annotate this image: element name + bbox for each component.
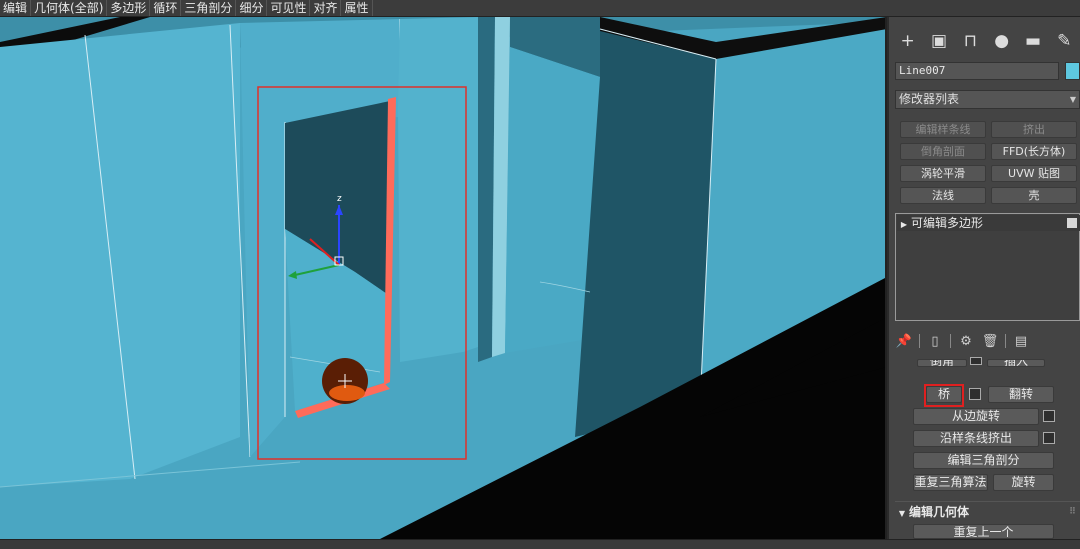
stack-item-editable-poly[interactable]: ▶ 可编辑多边形: [897, 215, 1080, 231]
command-panel: + ▣ ⊓ ● ▬ ✎ Line007 修改器列表 ▼ 编辑样条线 挤出 倒角剖…: [889, 17, 1080, 539]
display-icon[interactable]: ▬: [1020, 28, 1046, 54]
menu-item-subdivision[interactable]: 细分: [236, 0, 268, 16]
gizmo-z-label: z: [337, 194, 342, 204]
utilities-icon[interactable]: ✎: [1051, 28, 1077, 54]
expand-arrow-icon[interactable]: ▶: [897, 217, 911, 233]
pin-icon[interactable]: 📌: [895, 334, 913, 349]
edit-geometry-rollout-header[interactable]: ▼ 编辑几何体 ⠿: [895, 501, 1080, 521]
hinge-from-edge-button[interactable]: 从边旋转: [913, 408, 1039, 425]
modify-icon[interactable]: ▣: [926, 28, 952, 54]
repeat-last-button[interactable]: 重复上一个: [913, 524, 1054, 539]
modifier-list-dropdown[interactable]: 修改器列表 ▼: [895, 90, 1080, 109]
menu-item-polygons[interactable]: 多边形: [107, 0, 151, 16]
viewport-scene[interactable]: z: [0, 17, 887, 539]
bridge-highlight-box: [924, 384, 964, 407]
object-color-swatch[interactable]: [1065, 62, 1080, 80]
menu-item-visibility[interactable]: 可见性: [267, 0, 311, 16]
turn-button[interactable]: 旋转: [993, 474, 1054, 491]
toolbar-separator: [1005, 334, 1006, 348]
drag-handle-icon[interactable]: ⠿: [1069, 502, 1076, 522]
collapse-arrow-icon: ▼: [898, 509, 906, 518]
modifier-ffd-box-button[interactable]: FFD(长方体): [991, 143, 1077, 160]
menu-item-align[interactable]: 对齐: [310, 0, 342, 16]
chevron-down-icon: ▼: [1069, 95, 1076, 104]
show-end-result-icon[interactable]: ▯: [926, 334, 944, 349]
menu-item-triangulation[interactable]: 三角剖分: [181, 0, 237, 16]
chamfer-settings-button[interactable]: [970, 357, 982, 365]
flip-button[interactable]: 翻转: [988, 386, 1054, 403]
menu-item-edit[interactable]: 编辑: [0, 0, 32, 16]
retriangulate-button[interactable]: 重复三角算法: [913, 474, 988, 491]
modifier-normal-button[interactable]: 法线: [900, 187, 986, 204]
perspective-viewport[interactable]: z: [0, 17, 887, 539]
remove-modifier-icon[interactable]: 🗑: [981, 334, 999, 349]
stack-item-toggle[interactable]: [1067, 218, 1077, 228]
menu-item-loops[interactable]: 循环: [150, 0, 182, 16]
modifier-stack[interactable]: ▶ 可编辑多边形: [895, 213, 1080, 321]
toolbar-separator: [950, 334, 951, 348]
hinge-settings-button[interactable]: [1043, 410, 1055, 422]
configure-icon[interactable]: ▤: [1012, 334, 1030, 349]
bridge-settings-button[interactable]: [969, 388, 981, 400]
edit-triangulation-button[interactable]: 编辑三角剖分: [913, 452, 1054, 469]
stack-toolbar: 📌 ▯ ⚙ 🗑 ▤: [895, 330, 1080, 352]
make-unique-icon[interactable]: ⚙: [957, 334, 975, 349]
stack-item-label: 可编辑多边形: [911, 216, 984, 230]
modifier-turbosmooth-button[interactable]: 涡轮平滑: [900, 165, 986, 182]
edit-edges-rollout: 倒角 插入 桥 翻转 从边旋转 沿样条线挤出 编辑三角剖分 重复三角算法 旋转: [895, 357, 1080, 491]
modifier-shell-button[interactable]: 壳: [991, 187, 1077, 204]
menu-bar: 编辑 几何体(全部) 多边形 循环 三角剖分 细分 可见性 对齐 属性: [0, 0, 1080, 17]
modifier-extrude-button[interactable]: 挤出: [991, 121, 1077, 138]
insert-vertex-button-partial[interactable]: 插入: [987, 359, 1045, 367]
object-name-field[interactable]: Line007: [895, 62, 1059, 80]
modifier-bevel-profile-button[interactable]: 倒角剖面: [900, 143, 986, 160]
hierarchy-icon[interactable]: ⊓: [957, 28, 983, 54]
status-bar: [0, 539, 1080, 549]
extrude-along-spline-settings-button[interactable]: [1043, 432, 1055, 444]
create-icon[interactable]: +: [895, 28, 921, 54]
motion-icon[interactable]: ●: [989, 28, 1015, 54]
toolbar-separator: [919, 334, 920, 348]
menu-item-geometry-all[interactable]: 几何体(全部): [31, 0, 108, 16]
modifier-uvw-map-button[interactable]: UVW 贴图: [991, 165, 1077, 182]
chamfer-button-partial[interactable]: 倒角: [917, 359, 967, 367]
edit-geometry-label: 编辑几何体: [909, 505, 970, 519]
extrude-along-spline-button[interactable]: 沿样条线挤出: [913, 430, 1039, 447]
modifier-edit-spline-button[interactable]: 编辑样条线: [900, 121, 986, 138]
command-panel-tabs: + ▣ ⊓ ● ▬ ✎: [892, 27, 1080, 55]
modifier-list-label: 修改器列表: [899, 92, 960, 106]
menu-item-properties[interactable]: 属性: [341, 0, 373, 16]
